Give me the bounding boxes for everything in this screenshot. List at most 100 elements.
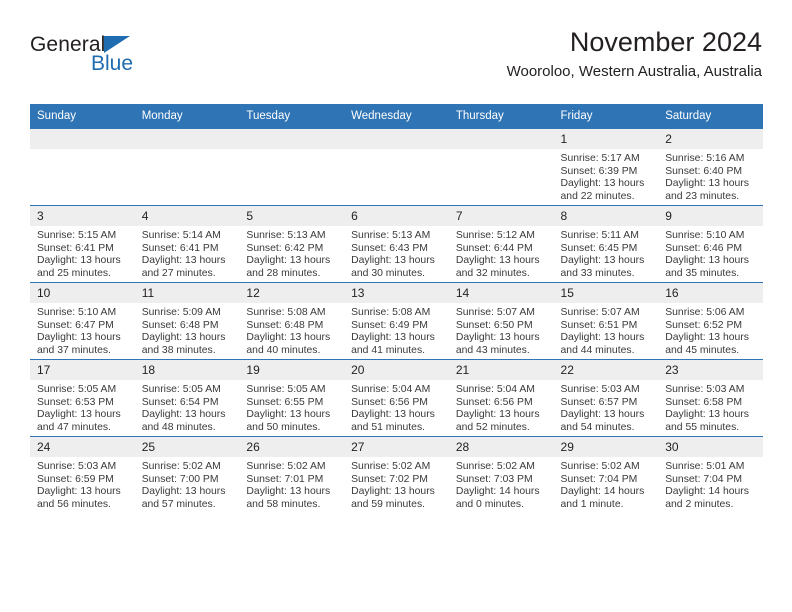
calendar-day-cell[interactable]: 21 Sunrise: 5:04 AM Sunset: 6:56 PM Dayligh… [448, 359, 554, 437]
daylight-text-line1: Daylight: 13 hours [665, 409, 749, 421]
calendar-day-cell[interactable]: 11 Sunrise: 5:09 AM Sunset: 6:48 PM Dayligh… [134, 282, 240, 360]
sunset-text: Sunset: 6:44 PM [455, 242, 533, 254]
calendar-week-row: 10 Sunrise: 5:10 AM Sunset: 6:47 PM Dayligh… [30, 282, 763, 360]
daylight-text-line1: Daylight: 13 hours [246, 486, 331, 498]
daylight-text-line2: and 28 minutes. [246, 267, 321, 279]
daylight-text-line1: Daylight: 13 hours [246, 409, 331, 421]
calendar-day-cell[interactable]: 14 Sunrise: 5:07 AM Sunset: 6:50 PM Dayligh… [448, 282, 554, 360]
sunset-text: Sunset: 6:40 PM [665, 165, 743, 177]
calendar-day-cell[interactable]: 22 Sunrise: 5:03 AM Sunset: 6:57 PM Dayligh… [553, 359, 659, 437]
calendar-week-row: 3 Sunrise: 5:15 AM Sunset: 6:41 PM Daylight… [30, 205, 763, 283]
sunset-text: Sunset: 6:46 PM [665, 242, 743, 254]
day-number: 4 [134, 206, 240, 226]
day-number: 12 [239, 283, 345, 303]
calendar-day-cell[interactable]: 20 Sunrise: 5:04 AM Sunset: 6:56 PM Dayligh… [344, 359, 449, 437]
sunrise-text: Sunrise: 5:08 AM [351, 307, 431, 318]
daylight-text-line1: Daylight: 13 hours [455, 332, 540, 344]
calendar-day-cell[interactable]: 6 Sunrise: 5:13 AM Sunset: 6:43 PM Daylight… [344, 205, 449, 283]
sunrise-text: Sunrise: 5:05 AM [37, 384, 117, 395]
calendar-day-cell[interactable]: 23 Sunrise: 5:03 AM Sunset: 6:58 PM Dayligh… [658, 359, 763, 437]
sunset-text: Sunset: 7:00 PM [141, 473, 219, 485]
calendar-day-cell[interactable]: 10 Sunrise: 5:10 AM Sunset: 6:47 PM Dayligh… [30, 282, 135, 360]
calendar-day-cell[interactable]: 9 Sunrise: 5:10 AM Sunset: 6:46 PM Daylight… [658, 205, 763, 283]
location-subtitle: Wooroloo, Western Australia, Australia [506, 63, 762, 80]
day-number: 30 [658, 437, 763, 457]
calendar-day-cell[interactable]: 25 Sunrise: 5:02 AM Sunset: 7:00 PM Dayligh… [134, 436, 240, 513]
sunset-text: Sunset: 6:52 PM [665, 319, 743, 331]
sunset-text: Sunset: 7:02 PM [351, 473, 428, 485]
daylight-text-line2: and 45 minutes. [665, 344, 740, 356]
day-number: 3 [30, 206, 135, 226]
daylight-text-line2: and 32 minutes. [455, 267, 530, 279]
sunrise-text: Sunrise: 5:14 AM [141, 230, 221, 241]
calendar-day-cell[interactable]: 28 Sunrise: 5:02 AM Sunset: 7:03 PM Dayligh… [448, 436, 554, 513]
sunrise-text: Sunrise: 5:08 AM [246, 307, 326, 318]
sunrise-text: Sunrise: 5:04 AM [351, 384, 431, 395]
calendar-day-cell[interactable]: 17 Sunrise: 5:05 AM Sunset: 6:53 PM Dayligh… [30, 359, 135, 437]
calendar-day-cell[interactable]: 1 Sunrise: 5:17 AM Sunset: 6:39 PM Daylight… [553, 128, 659, 206]
calendar-day-cell[interactable]: 24 Sunrise: 5:03 AM Sunset: 6:59 PM Dayligh… [30, 436, 135, 513]
day-number: 22 [553, 360, 659, 380]
calendar-day-cell[interactable]: 7 Sunrise: 5:12 AM Sunset: 6:44 PM Daylight… [448, 205, 554, 283]
calendar-day-cell[interactable]: 4 Sunrise: 5:14 AM Sunset: 6:41 PM Daylight… [134, 205, 240, 283]
daylight-text-line1: Daylight: 13 hours [665, 332, 749, 344]
sunset-text: Sunset: 6:55 PM [246, 396, 324, 408]
sunrise-text: Sunrise: 5:11 AM [560, 230, 639, 241]
daylight-text-line2: and 57 minutes. [141, 498, 216, 510]
day-details: Sunrise: 5:06 AM Sunset: 6:52 PM Daylight:… [658, 303, 763, 357]
sunset-text: Sunset: 6:58 PM [665, 396, 743, 408]
day-number: 18 [134, 360, 240, 380]
day-number: 17 [30, 360, 135, 380]
calendar-day-cell[interactable]: 30 Sunrise: 5:01 AM Sunset: 7:04 PM Dayligh… [658, 436, 763, 513]
calendar-day-cell[interactable]: 18 Sunrise: 5:05 AM Sunset: 6:54 PM Dayligh… [134, 359, 240, 437]
calendar-day-cell[interactable]: 15 Sunrise: 5:07 AM Sunset: 6:51 PM Dayligh… [553, 282, 659, 360]
sunrise-text: Sunrise: 5:17 AM [560, 153, 640, 164]
calendar-day-cell[interactable]: 12 Sunrise: 5:08 AM Sunset: 6:48 PM Dayligh… [239, 282, 345, 360]
weekday-header-friday: Friday [553, 104, 659, 129]
day-number: 13 [344, 283, 449, 303]
daylight-text-line1: Daylight: 13 hours [351, 255, 435, 267]
day-number: 8 [553, 206, 659, 226]
calendar-day-cell[interactable]: 26 Sunrise: 5:02 AM Sunset: 7:01 PM Dayligh… [239, 436, 345, 513]
daylight-text-line1: Daylight: 13 hours [37, 486, 121, 498]
sunset-text: Sunset: 7:03 PM [455, 473, 533, 485]
calendar-day-cell[interactable]: 19 Sunrise: 5:05 AM Sunset: 6:55 PM Dayligh… [239, 359, 345, 437]
daylight-text-line2: and 43 minutes. [455, 344, 530, 356]
calendar-day-cell-empty [239, 128, 345, 206]
day-number: 5 [239, 206, 345, 226]
day-number [134, 129, 240, 149]
calendar-day-cell[interactable]: 5 Sunrise: 5:13 AM Sunset: 6:42 PM Daylight… [239, 205, 345, 283]
day-details: Sunrise: 5:03 AM Sunset: 6:58 PM Daylight:… [658, 380, 763, 434]
day-number: 9 [658, 206, 763, 226]
daylight-text-line2: and 48 minutes. [141, 421, 216, 433]
daylight-text-line1: Daylight: 13 hours [141, 255, 226, 267]
daylight-text-line1: Daylight: 13 hours [351, 409, 435, 421]
sunset-text: Sunset: 6:43 PM [351, 242, 428, 254]
general-blue-logo[interactable]: General Blue [30, 34, 200, 84]
calendar-day-cell[interactable]: 2 Sunrise: 5:16 AM Sunset: 6:40 PM Daylight… [658, 128, 763, 206]
calendar-day-cell[interactable]: 13 Sunrise: 5:08 AM Sunset: 6:49 PM Dayligh… [344, 282, 449, 360]
sunrise-text: Sunrise: 5:10 AM [665, 230, 745, 241]
sunset-text: Sunset: 6:48 PM [246, 319, 324, 331]
daylight-text-line1: Daylight: 13 hours [351, 486, 435, 498]
daylight-text-line2: and 38 minutes. [141, 344, 216, 356]
daylight-text-line1: Daylight: 13 hours [246, 332, 331, 344]
daylight-text-line2: and 22 minutes. [560, 190, 635, 202]
day-details: Sunrise: 5:10 AM Sunset: 6:47 PM Daylight:… [30, 303, 135, 357]
calendar-day-cell[interactable]: 29 Sunrise: 5:02 AM Sunset: 7:04 PM Dayligh… [553, 436, 659, 513]
logo-triangle-icon [104, 36, 130, 53]
sunrise-text: Sunrise: 5:09 AM [141, 307, 221, 318]
sunrise-text: Sunrise: 5:03 AM [560, 384, 640, 395]
sunrise-text: Sunrise: 5:01 AM [665, 461, 745, 472]
sunset-text: Sunset: 6:50 PM [455, 319, 533, 331]
calendar-day-cell[interactable]: 16 Sunrise: 5:06 AM Sunset: 6:52 PM Dayligh… [658, 282, 763, 360]
day-details: Sunrise: 5:02 AM Sunset: 7:00 PM Daylight:… [135, 457, 240, 511]
calendar-day-cell[interactable]: 27 Sunrise: 5:02 AM Sunset: 7:02 PM Dayligh… [344, 436, 449, 513]
calendar-day-cell[interactable]: 8 Sunrise: 5:11 AM Sunset: 6:45 PM Daylight… [553, 205, 659, 283]
daylight-text-line1: Daylight: 13 hours [141, 486, 226, 498]
sunrise-text: Sunrise: 5:10 AM [37, 307, 117, 318]
day-number: 27 [344, 437, 449, 457]
day-number: 1 [553, 129, 659, 149]
calendar-day-cell[interactable]: 3 Sunrise: 5:15 AM Sunset: 6:41 PM Daylight… [30, 205, 135, 283]
day-details: Sunrise: 5:11 AM Sunset: 6:45 PM Daylight:… [554, 226, 659, 280]
